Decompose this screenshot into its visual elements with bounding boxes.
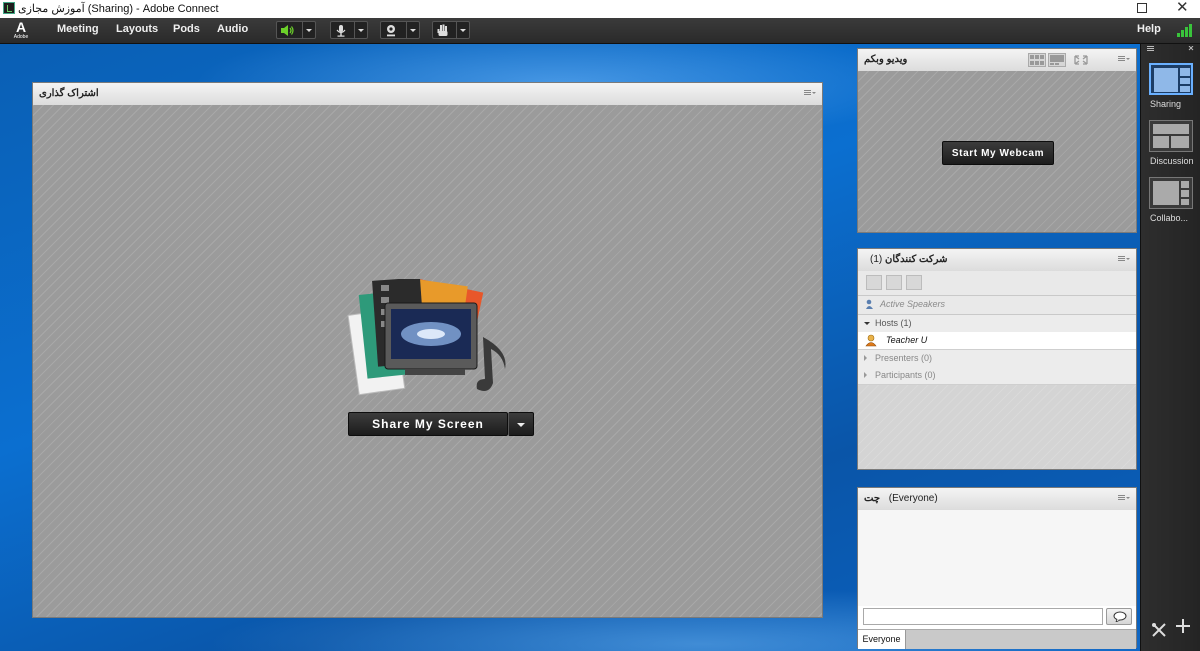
- host-user-icon: [865, 334, 877, 347]
- hosts-group-label: Hosts (1): [875, 318, 912, 328]
- raise-hand-icon: [437, 24, 448, 36]
- presenters-group-row[interactable]: Presenters (0): [858, 350, 1136, 368]
- pod-options-icon[interactable]: [1118, 495, 1130, 502]
- fullscreen-icon[interactable]: [1072, 53, 1090, 67]
- layout-discussion[interactable]: Discussion: [1149, 120, 1195, 170]
- layout-sharing-thumbnail: [1149, 63, 1193, 95]
- attendees-count: (1): [870, 254, 883, 265]
- microphone-dropdown-icon[interactable]: [354, 22, 367, 38]
- share-pod-body: Share My Screen: [33, 105, 822, 617]
- grid-view-icon[interactable]: [1028, 53, 1046, 67]
- collapsed-arrow-icon: [864, 372, 870, 378]
- chat-audience: (Everyone): [888, 493, 938, 504]
- share-pod-header: اشتراک گذاری: [33, 83, 822, 106]
- menu-bar: A Adobe Meeting Layouts Pods Audio Help: [0, 18, 1200, 44]
- screen-share-illustration-icon: [347, 279, 506, 396]
- add-layout-icon[interactable]: [1175, 618, 1191, 636]
- layout-sharing-label: Sharing: [1150, 99, 1182, 109]
- speaker-dropdown-icon[interactable]: [302, 22, 315, 38]
- attendee-row[interactable]: Teacher U: [858, 332, 1136, 350]
- webcam-dropdown-icon[interactable]: [406, 22, 419, 38]
- adobe-logo-mark: A: [15, 19, 27, 35]
- window-titlebar: آموزش مجازی (Sharing) - Adobe Connect ✕: [0, 0, 1200, 19]
- webcam-icon: [387, 25, 395, 37]
- adobe-logo: A Adobe: [10, 20, 32, 41]
- video-pod-title: ویدیو وبکم: [864, 54, 908, 65]
- layout-collaboration[interactable]: Collabo...: [1149, 177, 1195, 227]
- layout-collaboration-thumbnail: [1149, 177, 1193, 209]
- video-pod-body: Start My Webcam: [858, 71, 1136, 232]
- participants-group-label: Participants (0): [875, 370, 936, 380]
- hosts-group-row[interactable]: Hosts (1): [858, 315, 1136, 333]
- share-my-screen-button[interactable]: Share My Screen: [348, 412, 508, 436]
- chat-tab-everyone[interactable]: Everyone: [858, 630, 906, 649]
- microphone-button[interactable]: [330, 21, 368, 39]
- layout-sharing[interactable]: Sharing: [1149, 63, 1195, 113]
- share-pod: اشتراک گذاری Share My Screen: [32, 82, 823, 618]
- pod-options-icon[interactable]: [1118, 56, 1130, 63]
- close-window-icon[interactable]: ✕: [1176, 0, 1189, 17]
- participants-group-row[interactable]: Participants (0): [858, 367, 1136, 385]
- chat-pod-header: چت (Everyone): [858, 488, 1136, 511]
- expanded-arrow-icon: [864, 322, 870, 328]
- speaker-button[interactable]: [276, 21, 316, 39]
- tools-icon[interactable]: [1151, 622, 1167, 638]
- menu-meeting[interactable]: Meeting: [57, 23, 99, 35]
- speaker-icon: [281, 25, 294, 36]
- raise-hand-button[interactable]: [432, 21, 470, 39]
- layout-collaboration-label: Collabo...: [1150, 213, 1189, 223]
- raise-hand-dropdown-icon[interactable]: [456, 22, 469, 38]
- attendees-empty-area: [858, 385, 1136, 469]
- video-pod-header: ویدیو وبکم: [858, 49, 1136, 72]
- chat-tabs: Everyone: [858, 629, 1136, 649]
- chat-pod-title: چت (Everyone): [864, 493, 938, 504]
- attendees-pod-header: شرکت کنندگان (1): [858, 249, 1136, 272]
- webcam-button[interactable]: [380, 21, 420, 39]
- status-view-icon[interactable]: [906, 275, 922, 290]
- speech-bubble-icon: [1113, 611, 1127, 622]
- chat-message-input[interactable]: [863, 608, 1103, 625]
- app-icon: [3, 2, 15, 14]
- chat-title-text: چت: [864, 493, 881, 504]
- menu-pods[interactable]: Pods: [173, 23, 200, 35]
- start-my-webcam-button[interactable]: Start My Webcam: [942, 141, 1054, 165]
- pod-options-icon[interactable]: [804, 90, 816, 97]
- active-speakers-row: Active Speakers: [858, 296, 1136, 315]
- restore-window-icon[interactable]: [1137, 3, 1147, 13]
- presenters-group-label: Presenters (0): [875, 353, 933, 363]
- share-options-dropdown-icon[interactable]: [508, 412, 534, 436]
- filmstrip-view-icon[interactable]: [1048, 53, 1066, 67]
- grid-view-icon[interactable]: [886, 275, 902, 290]
- attendees-title-text: شرکت کنندگان: [885, 254, 948, 265]
- chat-send-button[interactable]: [1106, 608, 1132, 625]
- pod-options-icon[interactable]: [1118, 256, 1130, 263]
- attendees-toolbar: [858, 271, 1136, 296]
- menu-audio[interactable]: Audio: [217, 23, 248, 35]
- active-speakers-label: Active Speakers: [880, 299, 946, 309]
- microphone-icon: [336, 25, 346, 37]
- layout-discussion-thumbnail: [1149, 120, 1193, 152]
- layout-discussion-label: Discussion: [1150, 156, 1194, 166]
- list-view-icon[interactable]: [866, 275, 882, 290]
- share-pod-title: اشتراک گذاری: [39, 88, 99, 99]
- adobe-logo-text: Adobe: [13, 34, 29, 40]
- collapsed-arrow-icon: [864, 355, 870, 361]
- meeting-stage: اشتراک گذاری Share My Screen ویدیو وبکم …: [0, 44, 1140, 651]
- rail-collapse-icon[interactable]: [1147, 46, 1195, 52]
- help-menu[interactable]: Help: [1137, 23, 1161, 35]
- video-pod: ویدیو وبکم Start My Webcam: [857, 48, 1137, 233]
- menu-layouts[interactable]: Layouts: [116, 23, 158, 35]
- window-title: آموزش مجازی (Sharing) - Adobe Connect: [18, 3, 219, 15]
- attendee-name: Teacher U: [886, 335, 928, 345]
- chat-pod: چت (Everyone) Everyone: [857, 487, 1137, 649]
- active-speakers-icon: [866, 299, 873, 309]
- attendees-pod-title: شرکت کنندگان (1): [864, 254, 947, 265]
- connection-signal-icon: [1177, 24, 1192, 37]
- attendees-pod: شرکت کنندگان (1) Active Speakers Hosts (…: [857, 248, 1137, 470]
- chat-messages-area: [858, 510, 1136, 606]
- layouts-rail: Sharing Discussion Collabo...: [1140, 44, 1200, 651]
